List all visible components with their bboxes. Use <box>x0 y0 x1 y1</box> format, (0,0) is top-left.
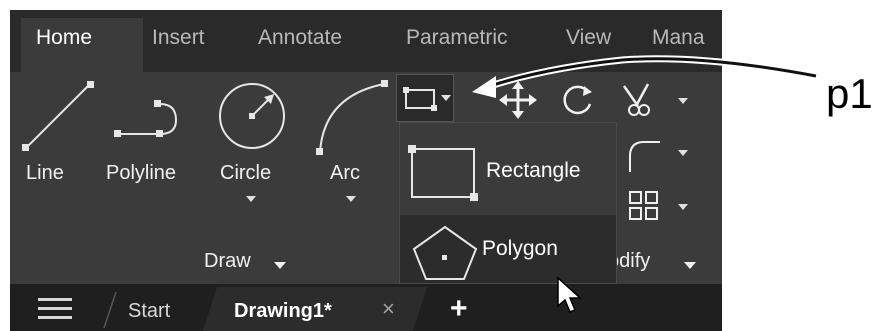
annotation-arrow <box>472 55 817 98</box>
annotation-label-p1: p1 <box>826 70 873 117</box>
